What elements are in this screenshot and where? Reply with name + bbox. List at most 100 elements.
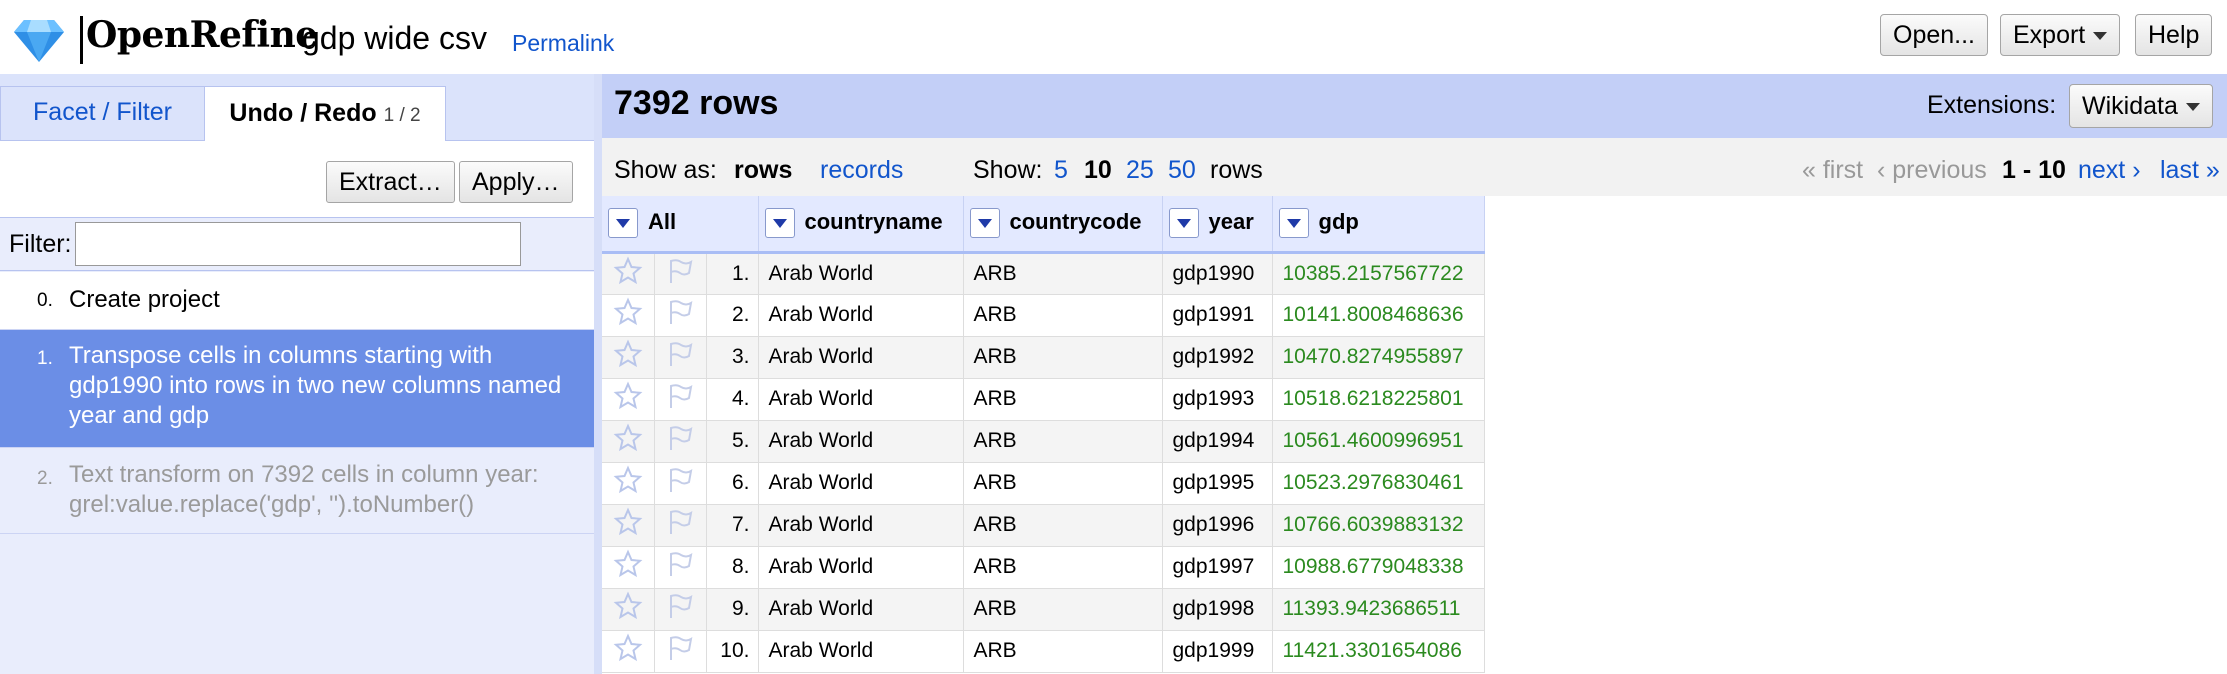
page-size-5[interactable]: 5 (1054, 156, 1068, 185)
cell-gdp[interactable]: 10523.2976830461 (1272, 462, 1485, 505)
cell-countryname[interactable]: Arab World (758, 252, 964, 295)
page-size-25[interactable]: 25 (1126, 156, 1154, 185)
star-toggle[interactable] (602, 462, 655, 505)
row-index: 3. (706, 336, 759, 379)
cell-countrycode[interactable]: ARB (963, 294, 1163, 337)
column-dropdown-icon[interactable] (1278, 208, 1309, 239)
cell-gdp[interactable]: 10561.4600996951 (1272, 420, 1485, 463)
cell-year[interactable]: gdp1995 (1162, 462, 1273, 505)
star-toggle[interactable] (602, 630, 655, 673)
cell-countryname[interactable]: Arab World (758, 294, 964, 337)
previous-page-link[interactable]: ‹ previous (1877, 156, 1987, 185)
flag-toggle[interactable] (654, 462, 707, 505)
cell-year[interactable]: gdp1994 (1162, 420, 1273, 463)
show-as-records-link[interactable]: records (820, 156, 903, 185)
help-button[interactable]: Help (2135, 14, 2213, 56)
star-toggle[interactable] (602, 294, 655, 337)
cell-gdp[interactable]: 10385.2157567722 (1272, 252, 1485, 295)
cell-gdp[interactable]: 10470.8274955897 (1272, 336, 1485, 379)
cell-countrycode[interactable]: ARB (963, 252, 1163, 295)
flag-toggle[interactable] (654, 336, 707, 379)
cell-countryname[interactable]: Arab World (758, 378, 964, 421)
history-filter-input[interactable] (75, 222, 521, 266)
cell-countryname[interactable]: Arab World (758, 546, 964, 589)
cell-countrycode[interactable]: ARB (963, 462, 1163, 505)
star-toggle[interactable] (602, 420, 655, 463)
column-header-all[interactable]: All (602, 196, 759, 254)
cell-countryname[interactable]: Arab World (758, 630, 964, 673)
page-size-50[interactable]: 50 (1168, 156, 1196, 185)
show-as-rows[interactable]: rows (734, 156, 792, 185)
cell-countrycode[interactable]: ARB (963, 504, 1163, 547)
column-header-countryname[interactable]: countryname (758, 196, 964, 254)
column-dropdown-icon[interactable] (969, 208, 1000, 239)
star-toggle[interactable] (602, 504, 655, 547)
cell-gdp[interactable]: 10518.6218225801 (1272, 378, 1485, 421)
page-size-10-selected[interactable]: 10 (1084, 156, 1112, 185)
first-page-link[interactable]: « first (1802, 156, 1863, 185)
flag-toggle[interactable] (654, 420, 707, 463)
cell-gdp[interactable]: 10988.6779048338 (1272, 546, 1485, 589)
flag-toggle[interactable] (654, 504, 707, 547)
extract-button[interactable]: Extract… (326, 161, 455, 203)
flag-toggle[interactable] (654, 630, 707, 673)
flag-toggle[interactable] (654, 546, 707, 589)
cell-year[interactable]: gdp1997 (1162, 546, 1273, 589)
history-entry-0[interactable]: 0. Create project (0, 272, 594, 330)
cell-year[interactable]: gdp1991 (1162, 294, 1273, 337)
app-logo-text[interactable]: OpenRefine (86, 14, 318, 56)
cell-countryname[interactable]: Arab World (758, 462, 964, 505)
row-index: 5. (706, 420, 759, 463)
row-index: 6. (706, 462, 759, 505)
cell-gdp[interactable]: 11393.9423686511 (1272, 588, 1485, 631)
open-button[interactable]: Open... (1880, 14, 1988, 56)
diamond-logo-icon[interactable] (14, 18, 64, 62)
flag-toggle[interactable] (654, 252, 707, 295)
flag-toggle[interactable] (654, 588, 707, 631)
flag-toggle[interactable] (654, 378, 707, 421)
cell-countryname[interactable]: Arab World (758, 504, 964, 547)
column-header-year[interactable]: year (1162, 196, 1273, 254)
cell-gdp[interactable]: 11421.3301654086 (1272, 630, 1485, 673)
column-dropdown-icon[interactable] (1168, 208, 1199, 239)
permalink-link[interactable]: Permalink (512, 30, 614, 57)
history-entry-2[interactable]: 2. Text transform on 7392 cells in colum… (0, 448, 594, 534)
column-dropdown-icon[interactable] (764, 208, 795, 239)
column-dropdown-icon[interactable] (608, 208, 638, 239)
apply-button[interactable]: Apply… (459, 161, 573, 203)
star-toggle[interactable] (602, 546, 655, 589)
column-header-gdp[interactable]: gdp (1272, 196, 1485, 254)
project-name[interactable]: gdp wide csv (302, 20, 487, 57)
star-toggle[interactable] (602, 588, 655, 631)
cell-year[interactable]: gdp1992 (1162, 336, 1273, 379)
cell-countrycode[interactable]: ARB (963, 630, 1163, 673)
history-entry-1-selected[interactable]: 1. Transpose cells in columns starting w… (0, 330, 594, 448)
flag-icon (670, 552, 693, 576)
cell-year[interactable]: gdp1999 (1162, 630, 1273, 673)
tab-facet-filter[interactable]: Facet / Filter (0, 86, 205, 140)
cell-countryname[interactable]: Arab World (758, 588, 964, 631)
flag-toggle[interactable] (654, 294, 707, 337)
last-page-link[interactable]: last » (2160, 156, 2220, 185)
tab-undo-redo[interactable]: Undo / Redo 1 / 2 (204, 86, 446, 142)
cell-year[interactable]: gdp1990 (1162, 252, 1273, 295)
next-page-link[interactable]: next › (2078, 156, 2141, 185)
export-button[interactable]: Export (2000, 14, 2121, 56)
cell-year[interactable]: gdp1998 (1162, 588, 1273, 631)
star-toggle[interactable] (602, 252, 655, 295)
star-toggle[interactable] (602, 336, 655, 379)
star-toggle[interactable] (602, 378, 655, 421)
cell-countrycode[interactable]: ARB (963, 336, 1163, 379)
cell-year[interactable]: gdp1993 (1162, 378, 1273, 421)
cell-countryname[interactable]: Arab World (758, 336, 964, 379)
wikidata-extension-button[interactable]: Wikidata (2069, 84, 2213, 128)
cell-countrycode[interactable]: ARB (963, 378, 1163, 421)
cell-countrycode[interactable]: ARB (963, 588, 1163, 631)
cell-countrycode[interactable]: ARB (963, 546, 1163, 589)
cell-year[interactable]: gdp1996 (1162, 504, 1273, 547)
cell-countryname[interactable]: Arab World (758, 420, 964, 463)
cell-gdp[interactable]: 10766.6039883132 (1272, 504, 1485, 547)
cell-gdp[interactable]: 10141.8008468636 (1272, 294, 1485, 337)
cell-countrycode[interactable]: ARB (963, 420, 1163, 463)
column-header-countrycode[interactable]: countrycode (963, 196, 1163, 254)
